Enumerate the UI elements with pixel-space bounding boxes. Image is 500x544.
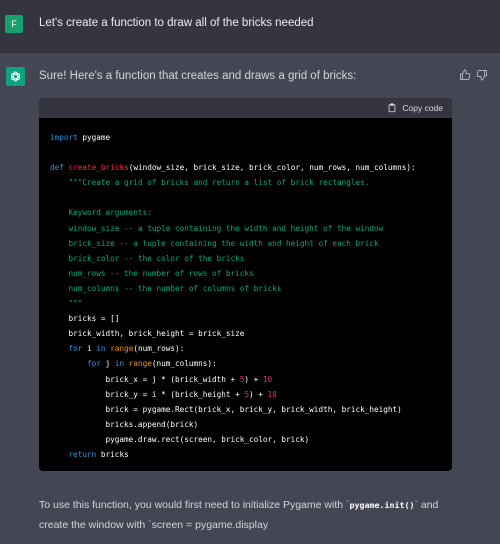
code-token: def [50, 163, 64, 173]
code-token: bricks [96, 449, 129, 459]
code-token: pygame.draw.rect(screen, brick_color, br… [50, 434, 310, 444]
code-token: (window_size, brick_size, brick_color, n… [128, 163, 416, 173]
code-line: import pygame [50, 130, 416, 145]
code-line: num_rows -- the number of rows of bricks [50, 266, 416, 281]
user-message-text: Let's create a function to draw all of t… [39, 17, 314, 29]
thumbs-up-icon [460, 69, 471, 80]
code-line: brick = pygame.Rect(brick_x, brick_y, br… [50, 402, 416, 417]
code-line: bricks.append(brick) [50, 417, 416, 432]
followup-text-part-1: To use this function, you would first ne… [39, 499, 350, 511]
code-block-header: Copy code [39, 98, 452, 118]
code-token: (num_columns): [151, 359, 217, 369]
thumbs-up-button[interactable] [458, 68, 472, 82]
code-line: def create_bricks(window_size, brick_siz… [50, 160, 416, 175]
code-line: brick_x = j * (brick_width + 5) + 10 [50, 372, 416, 387]
code-token: for [68, 344, 83, 354]
code-token: 10 [267, 389, 277, 399]
code-token: pygame [77, 133, 111, 142]
copy-code-label: Copy code [402, 103, 443, 113]
code-token: create_bricks [68, 163, 129, 173]
code-token: ) + [249, 389, 268, 399]
code-content: import pygame def create_bricks(window_s… [50, 130, 416, 462]
code-token: Keyword arguments: [50, 208, 152, 218]
user-message-row: F Let's create a function to draw all of… [0, 0, 500, 53]
code-token: ) + [244, 374, 263, 384]
code-token: brick_width, brick_height = brick_size [50, 329, 245, 339]
code-line: bricks = [] [50, 311, 416, 326]
code-line: """Create a grid of bricks and return a … [50, 175, 416, 190]
code-token: """Create a grid of bricks and return a … [68, 178, 370, 188]
code-token: in [96, 344, 106, 354]
code-token: bricks = [] [50, 314, 120, 324]
inline-code: pygame.init() [349, 500, 415, 510]
code-token: i [82, 344, 97, 354]
code-line: pygame.draw.rect(screen, brick_color, br… [50, 432, 416, 447]
code-line: brick_width, brick_height = brick_size [50, 326, 416, 341]
thumbs-down-button[interactable] [475, 68, 489, 82]
code-line: """ [50, 296, 416, 311]
code-block: Copy code import pygame def create_brick… [39, 98, 452, 471]
openai-logo-icon [10, 71, 21, 82]
code-line: window_size -- a tuple containing the wi… [50, 221, 416, 236]
code-token: brick_x = j * (brick_width + [50, 374, 240, 384]
code-token: brick_y = i * (brick_height + [50, 389, 245, 399]
code-token: brick_color -- the color of the bricks [50, 253, 245, 263]
user-avatar: F [5, 15, 23, 33]
code-line: Keyword arguments: [50, 205, 416, 220]
assistant-intro-text: Sure! Here's a function that creates and… [39, 70, 357, 82]
code-token: in [114, 359, 125, 369]
code-token: brick = pygame.Rect(brick_x, brick_y, br… [50, 404, 402, 414]
clipboard-icon [389, 103, 396, 113]
code-token: (num_rows): [133, 344, 185, 354]
code-line: for j in range(num_columns): [50, 356, 416, 371]
code-line: num_columns -- the number of columns of … [50, 281, 416, 296]
code-token: """ [50, 299, 83, 309]
code-token: return [68, 449, 97, 459]
code-token: num_rows -- the number of rows of bricks [50, 268, 254, 278]
code-line: for i in range(num_rows): [50, 341, 416, 356]
thumbs-down-icon [476, 70, 487, 81]
copy-code-button[interactable]: Copy code [387, 101, 443, 115]
code-token: range [110, 344, 134, 354]
code-line: brick_y = i * (brick_height + 5) + 10 [50, 387, 416, 402]
code-line: brick_color -- the color of the bricks [50, 251, 416, 266]
assistant-followup-text: To use this function, you would first ne… [39, 495, 459, 535]
code-token: bricks.append(brick) [50, 419, 199, 429]
code-token: brick_size -- a tuple containing the wid… [50, 238, 379, 248]
code-token: num_columns -- the number of columns of … [50, 283, 282, 293]
code-token: 10 [262, 374, 273, 384]
code-token: j [100, 359, 115, 369]
code-line: return bricks [50, 447, 416, 462]
code-token: import [50, 133, 78, 142]
code-token: window_size -- a tuple containing the wi… [50, 223, 384, 233]
code-line: brick_size -- a tuple containing the wid… [50, 236, 416, 251]
assistant-avatar [6, 67, 25, 86]
code-token: range [128, 359, 152, 369]
code-token: for [87, 359, 101, 369]
